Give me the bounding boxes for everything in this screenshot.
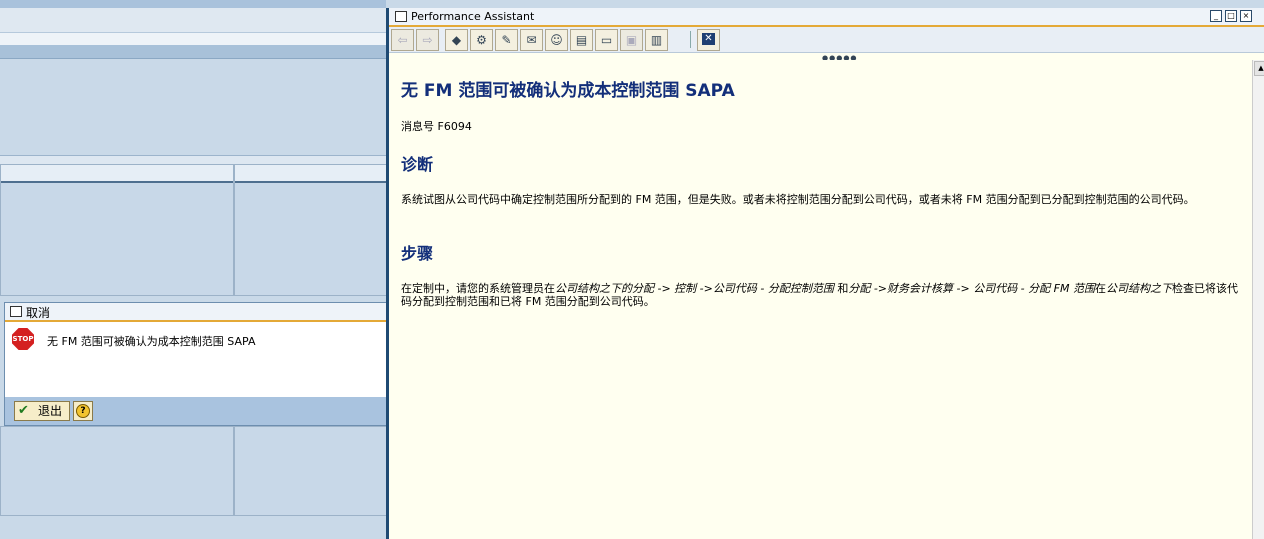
minimize-button[interactable]: _ bbox=[1210, 10, 1222, 22]
people-icon[interactable]: ☺ bbox=[545, 29, 568, 51]
diagnosis-text: 系统试图从公司代码中确定控制范围所分配到的 FM 范围，但是失败。或者未将控制范… bbox=[401, 193, 1195, 206]
maximize-button[interactable]: □ bbox=[1225, 10, 1237, 22]
performance-assistant-window: Performance Assistant _ □ × ⇦ ⇨ ◆ ⚙ ✎ ✉ … bbox=[386, 8, 1264, 539]
steps-path-3: 公司结构之下 bbox=[1105, 282, 1172, 295]
pa-title-bar[interactable]: Performance Assistant _ □ × bbox=[389, 8, 1264, 27]
background-area bbox=[0, 59, 386, 156]
document-icon[interactable]: ▤ bbox=[570, 29, 593, 51]
close-icon: ✕ bbox=[702, 33, 715, 45]
background-top-bar bbox=[0, 0, 386, 8]
steps-text: 在定制中，请您的系统管理员在公司结构之下的分配 -> 控制 ->公司代码 - 分… bbox=[401, 282, 1246, 308]
close-window-button[interactable]: × bbox=[1240, 10, 1252, 22]
window-icon bbox=[10, 306, 22, 317]
forward-arrow-icon[interactable]: ⇨ bbox=[416, 29, 439, 51]
panel-header bbox=[235, 165, 387, 183]
checkmark-icon: ✔ bbox=[18, 403, 29, 418]
diagnosis-heading: 诊断 bbox=[401, 155, 434, 174]
dialog-title-bar[interactable]: 取消 bbox=[5, 303, 387, 322]
card-icon[interactable]: ▭ bbox=[595, 29, 618, 51]
dialog-title: 取消 bbox=[26, 306, 51, 320]
edit-icon[interactable]: ✎ bbox=[495, 29, 518, 51]
stop-icon: STOP bbox=[12, 328, 34, 350]
pa-toolbar: ⇦ ⇨ ◆ ⚙ ✎ ✉ ☺ ▤ ▭ ▣ ▥ ✕ bbox=[389, 27, 1264, 53]
vertical-scrollbar[interactable]: ▲ bbox=[1252, 60, 1264, 539]
book-icon[interactable]: ◆ bbox=[445, 29, 468, 51]
steps-text-1: 在定制中，请您的系统管理员在 bbox=[401, 282, 555, 295]
message-number: 消息号 F6094 bbox=[401, 120, 472, 133]
background-band bbox=[0, 33, 386, 45]
pa-content: 无 FM 范围可被确认为成本控制范围 SAPA 消息号 F6094 诊断 系统试… bbox=[389, 60, 1249, 539]
help-button[interactable]: ? bbox=[73, 401, 93, 421]
window-icon bbox=[395, 11, 407, 22]
background-panel-right bbox=[234, 164, 388, 296]
stamp-icon[interactable]: ▣ bbox=[620, 29, 643, 51]
scroll-up-icon[interactable]: ▲ bbox=[1254, 61, 1264, 76]
question-icon: ? bbox=[76, 404, 90, 418]
technical-info-icon[interactable]: ⚙ bbox=[470, 29, 493, 51]
background-panel-bottom-right bbox=[234, 426, 388, 516]
steps-text-2: 和 bbox=[833, 282, 849, 295]
error-dialog: 取消 STOP 无 FM 范围可被确认为成本控制范围 SAPA ✔ 退出 ? bbox=[4, 302, 388, 426]
message-heading: 无 FM 范围可被确认为成本控制范围 SAPA bbox=[401, 81, 735, 101]
error-message: 无 FM 范围可被确认为成本控制范围 SAPA bbox=[47, 335, 256, 348]
background-panel-left bbox=[0, 164, 234, 296]
pa-title: Performance Assistant bbox=[411, 10, 535, 23]
close-assistant-button[interactable]: ✕ bbox=[697, 29, 720, 51]
exit-button[interactable]: ✔ 退出 bbox=[14, 401, 70, 421]
background-title-strip bbox=[0, 45, 386, 59]
exit-button-label: 退出 bbox=[38, 404, 63, 418]
steps-heading: 步骤 bbox=[401, 244, 434, 263]
background-divider bbox=[0, 156, 386, 164]
steps-path-1: 公司结构之下的分配 -> 控制 ->公司代码 - 分配控制范围 bbox=[555, 282, 834, 295]
toolbar-separator bbox=[690, 31, 691, 48]
print-icon[interactable]: ▥ bbox=[645, 29, 668, 51]
background-panel-bottom-left bbox=[0, 426, 234, 516]
back-arrow-icon[interactable]: ⇦ bbox=[391, 29, 414, 51]
steps-path-2: 分配 ->财务会计核算 -> 公司代码 - 分配 FM 范围 bbox=[848, 282, 1095, 295]
dialog-button-bar: ✔ 退出 ? bbox=[5, 397, 387, 425]
background-toolbar bbox=[0, 8, 386, 33]
steps-text-3: 在 bbox=[1094, 282, 1106, 295]
panel-header bbox=[1, 165, 233, 183]
comment-icon[interactable]: ✉ bbox=[520, 29, 543, 51]
